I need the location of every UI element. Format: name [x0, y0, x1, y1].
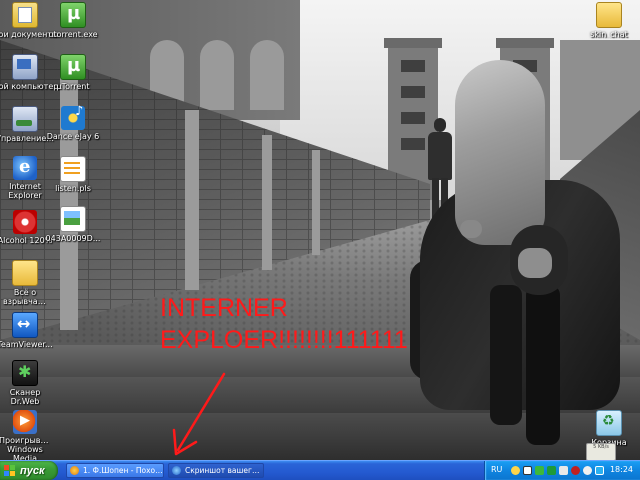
desktop-icon-label: Сканер Dr.Web — [9, 388, 41, 406]
desktop-icon-label: Всё о взрывчатке — [3, 288, 47, 306]
network-icon — [12, 106, 38, 132]
desktop-icon-label: utorrent.exe — [48, 30, 98, 39]
windows-media-icon — [13, 410, 37, 434]
desktop-icon-windows-media[interactable]: Проигрыватель Windows Media — [0, 410, 62, 463]
image-file-icon — [60, 206, 86, 232]
wallpaper-pillar — [60, 60, 78, 330]
wallpaper-arch — [250, 40, 284, 110]
taskbar-item-music-player[interactable]: 1. Ф.Шопен - Похор... — [66, 463, 164, 478]
start-label: пуск — [20, 464, 45, 477]
wallpaper-arch — [200, 40, 234, 110]
recycle-bin-icon — [596, 410, 622, 436]
desktop-icon-listen-pls[interactable]: listen.pls — [36, 156, 110, 193]
clock[interactable]: 18:24 — [610, 465, 633, 474]
desktop-icon-label: 043A0009D... — [45, 234, 101, 243]
utorrent-icon — [60, 2, 86, 28]
tray-utorrent-icon[interactable] — [547, 466, 556, 475]
tray-volume-icon[interactable] — [583, 466, 592, 475]
desktop-icon-recycle-bin[interactable]: Корзина — [572, 410, 640, 447]
tray-app-icon[interactable] — [511, 466, 520, 475]
taskbar-item-screenshot-ie[interactable]: Скриншот вашего D... — [168, 463, 264, 478]
annotation-line-1: INTERNER — [160, 294, 288, 322]
desktop-icon-drweb[interactable]: Сканер Dr.Web — [0, 360, 62, 406]
tray-skype-icon[interactable] — [523, 466, 532, 475]
network-speed-widget: 5 KB/s — [586, 443, 616, 461]
desktop-icon-label: Dance eJay 6 — [46, 132, 100, 141]
utorrent-icon — [60, 54, 86, 80]
media-player-icon — [70, 466, 79, 475]
desktop-icon-utorrent[interactable]: µTorrent — [36, 54, 110, 91]
wallpaper-sitting-woman — [410, 60, 640, 460]
wallpaper-pillar — [185, 110, 199, 290]
desktop-icon-label: µTorrent — [56, 82, 90, 91]
taskbar-item-label: Скриншот вашего D... — [185, 466, 264, 475]
wallpaper-pillar — [312, 150, 320, 255]
system-tray: RU 18:24 — [484, 461, 640, 480]
desktop-icon-utorrent-exe[interactable]: utorrent.exe — [36, 2, 110, 39]
playlist-file-icon — [60, 156, 86, 182]
taskbar-item-label: 1. Ф.Шопен - Похор... — [83, 466, 164, 475]
my-computer-icon — [12, 54, 38, 80]
desktop-icon-teamviewer[interactable]: TeamViewer... — [0, 312, 62, 349]
desktop-icon-dance-ejay[interactable]: Dance eJay 6 — [36, 104, 110, 141]
teamviewer-icon — [12, 312, 38, 338]
windows-logo-icon — [4, 464, 16, 477]
tray-network-icon[interactable] — [559, 466, 568, 475]
ejay-icon — [61, 104, 85, 130]
taskbar: пуск 1. Ф.Шопен - Похор... Скриншот ваше… — [0, 460, 640, 480]
tray-utorrent-icon[interactable] — [535, 466, 544, 475]
tray-antivirus-icon[interactable] — [571, 466, 580, 475]
desktop-icon-label: listen.pls — [55, 184, 91, 193]
annotation-text: INTERNER EXPLOER!!!!!!!!111111 — [160, 292, 460, 356]
drweb-icon — [12, 360, 38, 386]
language-indicator[interactable]: RU — [491, 465, 502, 474]
folder-icon — [12, 260, 38, 286]
desktop-icon-skin-chat[interactable]: skin_chat — [572, 2, 640, 39]
alcohol-icon — [13, 210, 37, 234]
my-documents-icon — [12, 2, 38, 28]
start-button[interactable]: пуск — [0, 461, 58, 480]
desktop-icon-label: TeamViewer... — [0, 340, 53, 349]
desktop-icon-explosives-folder[interactable]: Всё о взрывчатке — [0, 260, 62, 306]
internet-explorer-icon — [172, 466, 181, 475]
desktop-icon-label: Проигрыватель Windows Media — [0, 436, 51, 463]
internet-explorer-icon — [13, 156, 37, 180]
folder-icon — [596, 2, 622, 28]
desktop-icon-label: skin_chat — [590, 30, 628, 39]
annotation-line-2: EXPLOER!!!!!!!!111111 — [160, 326, 408, 354]
annotation-arrow — [172, 372, 226, 456]
desktop-icon-image-file[interactable]: 043A0009D... — [36, 206, 110, 243]
wallpaper-pillar — [262, 135, 272, 270]
tray-connection-icon[interactable] — [595, 466, 604, 475]
